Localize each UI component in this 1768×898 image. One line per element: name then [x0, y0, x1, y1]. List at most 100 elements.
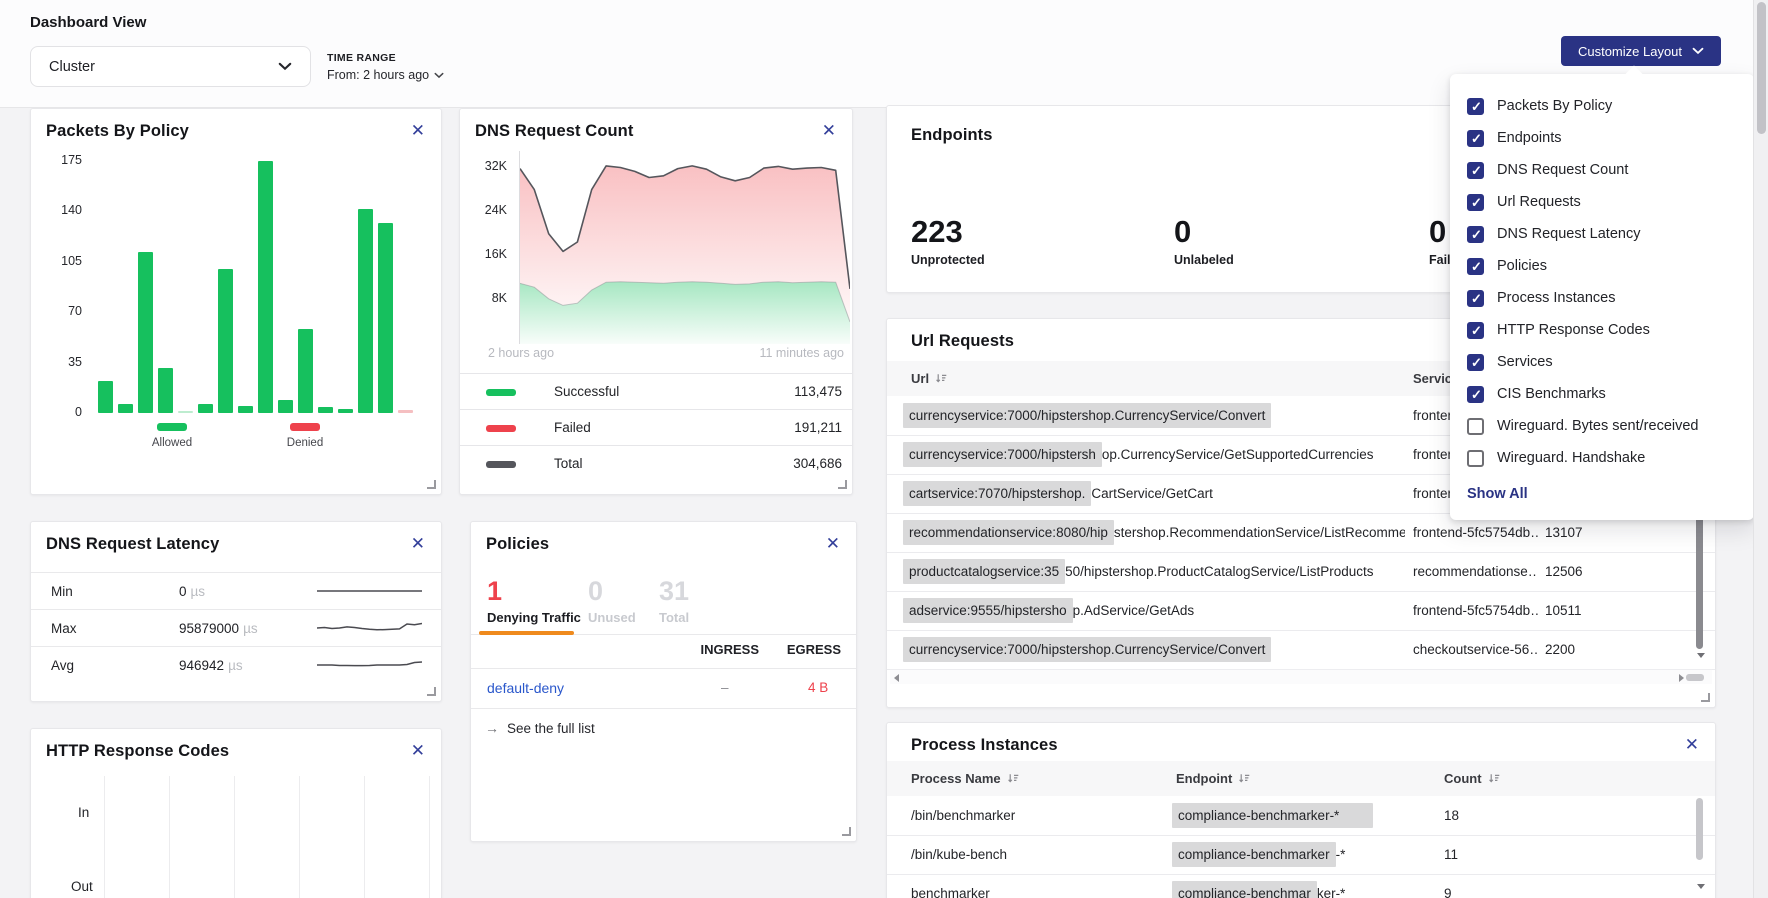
total-swatch-icon	[486, 461, 516, 468]
scroll-right-icon[interactable]	[1679, 674, 1684, 682]
tab-unused[interactable]: Unused	[588, 610, 636, 625]
y-tick: 24K	[473, 203, 507, 217]
chevron-down-icon	[434, 72, 444, 79]
horizontal-scrollbar[interactable]	[890, 669, 1712, 684]
menu-item-cis-benchmarks[interactable]: CIS Benchmarks	[1450, 378, 1754, 410]
y-tick: 16K	[473, 247, 507, 261]
checkbox-icon[interactable]	[1467, 194, 1484, 211]
menu-item-services[interactable]: Services	[1450, 346, 1754, 378]
table-row[interactable]: /bin/kube-bench compliance-benchmarker-*…	[887, 835, 1715, 875]
page-title: Dashboard View	[30, 14, 146, 31]
column-header-count[interactable]: Count	[1444, 761, 1501, 796]
row-label-out: Out	[71, 879, 93, 894]
menu-item-process-instances[interactable]: Process Instances	[1450, 282, 1754, 314]
tab-total[interactable]: Total	[659, 610, 689, 625]
menu-item-policies[interactable]: Policies	[1450, 250, 1754, 282]
active-tab-indicator	[479, 631, 574, 635]
resize-handle-icon[interactable]	[838, 480, 847, 489]
view-selector[interactable]: Cluster	[30, 46, 311, 87]
table-row[interactable]: benchmarker compliance-benchmarker-* 9	[887, 874, 1715, 898]
show-all-link[interactable]: Show All	[1450, 474, 1754, 502]
y-tick: 8K	[473, 291, 507, 305]
menu-item-endpoints[interactable]: Endpoints	[1450, 122, 1754, 154]
panel-title: Url Requests	[911, 332, 1014, 351]
customize-layout-button[interactable]: Customize Layout	[1561, 36, 1721, 66]
tab-denying-traffic[interactable]: Denying Traffic	[487, 610, 581, 625]
arrow-right-icon: →	[485, 720, 499, 736]
x-axis-start-label: 2 hours ago	[488, 346, 554, 360]
resize-handle-icon[interactable]	[427, 480, 436, 489]
column-header-egress: EGRESS	[771, 642, 841, 657]
menu-item-url-requests[interactable]: Url Requests	[1450, 186, 1754, 218]
allowed-swatch-icon	[157, 423, 187, 431]
vertical-scrollbar-thumb[interactable]	[1696, 798, 1703, 860]
menu-item-dns-request-count[interactable]: DNS Request Count	[1450, 154, 1754, 186]
menu-item-wireguard-bytes[interactable]: Wireguard. Bytes sent/received	[1450, 410, 1754, 442]
close-icon[interactable]: ✕	[1685, 736, 1699, 753]
table-row[interactable]: /bin/benchmarker compliance-benchmarker-…	[887, 796, 1715, 836]
see-full-list-link[interactable]: → See the full list	[485, 720, 595, 736]
checkbox-icon[interactable]	[1467, 450, 1484, 467]
checkbox-icon[interactable]	[1467, 322, 1484, 339]
panel-title: DNS Request Count	[475, 122, 633, 141]
close-icon[interactable]: ✕	[826, 535, 840, 552]
panel-dns-request-count: DNS Request Count ✕ 32K 24K 16K 8K 2 hou…	[459, 108, 853, 495]
close-icon[interactable]: ✕	[411, 535, 425, 552]
menu-item-packets-by-policy[interactable]: Packets By Policy	[1450, 90, 1754, 122]
y-tick: 35	[48, 355, 82, 369]
panel-title: Process Instances	[911, 736, 1058, 755]
checkbox-icon[interactable]	[1467, 258, 1484, 275]
checkbox-icon[interactable]	[1467, 418, 1484, 435]
close-icon[interactable]: ✕	[411, 122, 425, 139]
resize-handle-icon[interactable]	[427, 687, 436, 696]
table-row[interactable]: adservice:9555/hipstershop.AdService/Get…	[887, 591, 1715, 631]
chevron-down-icon	[278, 62, 292, 71]
panel-dns-request-latency: DNS Request Latency ✕ Min 0µs Max 958790…	[30, 521, 442, 702]
close-icon[interactable]: ✕	[411, 742, 425, 759]
panel-title: Policies	[486, 535, 549, 554]
dns-area-chart	[520, 151, 850, 344]
page-scrollbar[interactable]	[1753, 0, 1768, 898]
panel-packets-by-policy: Packets By Policy ✕ 175 140 105 70 35 0 …	[30, 108, 442, 495]
checkbox-icon[interactable]	[1467, 226, 1484, 243]
stat-unprotected: 223 Unprotected	[911, 216, 985, 267]
legend-row-successful: Successful 113,475	[460, 373, 852, 410]
checkbox-icon[interactable]	[1467, 130, 1484, 147]
checkbox-icon[interactable]	[1467, 354, 1484, 371]
menu-item-http-response-codes[interactable]: HTTP Response Codes	[1450, 314, 1754, 346]
menu-item-wireguard-handshake[interactable]: Wireguard. Handshake	[1450, 442, 1754, 474]
resize-handle-icon[interactable]	[1701, 693, 1710, 702]
divider	[471, 668, 856, 669]
time-range-value[interactable]: From: 2 hours ago	[327, 68, 444, 82]
page-scrollbar-thumb[interactable]	[1757, 2, 1766, 134]
y-tick: 140	[48, 203, 82, 217]
horizontal-scrollbar-thumb[interactable]	[1686, 674, 1704, 681]
stat-unlabeled: 0 Unlabeled	[1174, 216, 1234, 267]
scroll-down-icon[interactable]	[1697, 884, 1705, 889]
checkbox-icon[interactable]	[1467, 290, 1484, 307]
resize-handle-icon[interactable]	[842, 827, 851, 836]
column-header-endpoint[interactable]: Endpoint	[1176, 761, 1251, 796]
policy-egress-value: 4 B	[808, 680, 828, 695]
chevron-down-icon	[1692, 47, 1704, 55]
scroll-down-icon[interactable]	[1697, 653, 1705, 658]
scroll-left-icon[interactable]	[894, 674, 899, 682]
view-selector-value: Cluster	[49, 59, 95, 75]
y-tick: 105	[48, 254, 82, 268]
sort-icon	[1238, 772, 1251, 785]
policy-name-link[interactable]: default-deny	[487, 680, 564, 696]
total-count: 31	[659, 578, 689, 605]
failed-swatch-icon	[486, 425, 516, 432]
checkbox-icon[interactable]	[1467, 162, 1484, 179]
menu-item-dns-request-latency[interactable]: DNS Request Latency	[1450, 218, 1754, 250]
close-icon[interactable]: ✕	[822, 122, 836, 139]
checkbox-icon[interactable]	[1467, 98, 1484, 115]
table-row[interactable]: productcatalogservice:3550/hipstershop.P…	[887, 552, 1715, 592]
column-header-ingress: INGRESS	[685, 642, 759, 657]
y-tick: 0	[48, 405, 82, 419]
column-header-process-name[interactable]: Process Name	[911, 761, 1020, 796]
column-header-url[interactable]: Url	[911, 361, 948, 396]
dashboard-screen: Dashboard View Cluster TIME RANGE From: …	[0, 0, 1768, 898]
table-row[interactable]: currencyservice:7000/hipstershop.Currenc…	[887, 630, 1715, 670]
checkbox-icon[interactable]	[1467, 386, 1484, 403]
